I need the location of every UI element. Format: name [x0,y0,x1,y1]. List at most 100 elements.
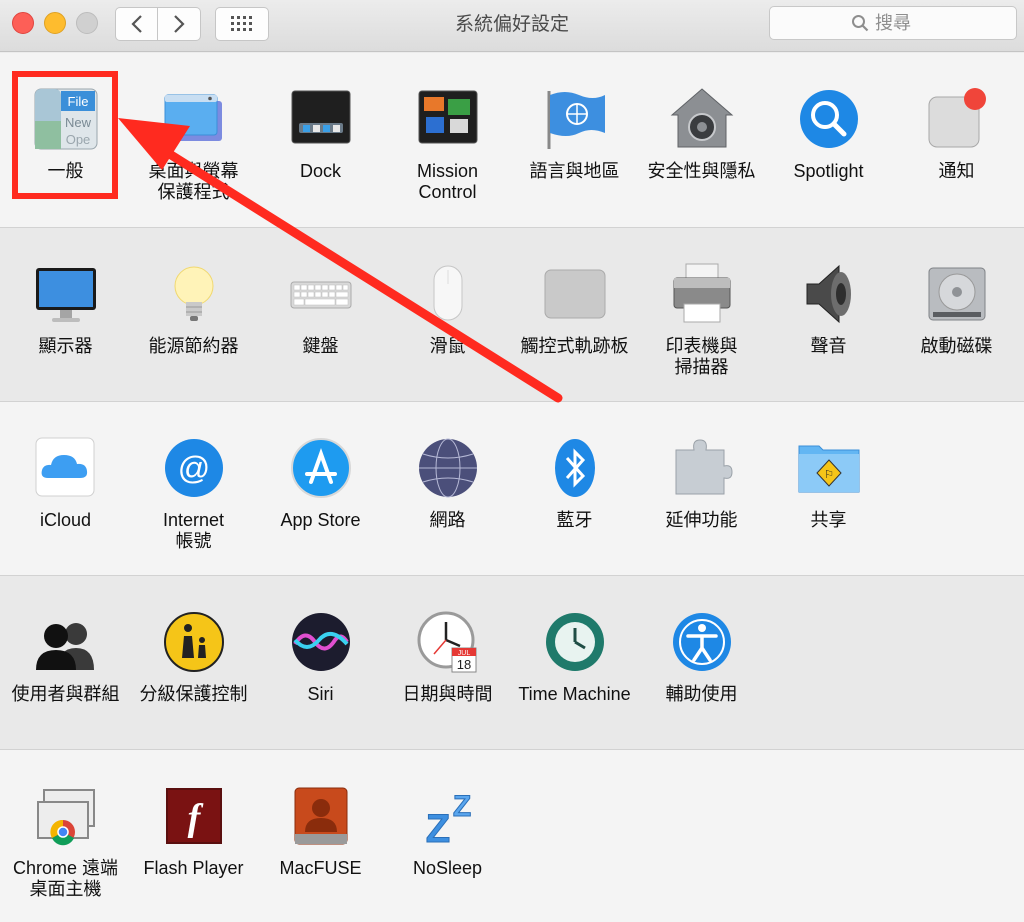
internet-accounts-icon: @ [162,436,226,500]
pane-nosleep[interactable]: Z Z NoSleep [384,766,511,906]
pane-spotlight[interactable]: Spotlight [765,69,892,209]
pane-network[interactable]: 網路 [384,418,511,558]
pane-notifications[interactable]: 通知 [893,69,1020,209]
svg-text:Ope: Ope [65,132,90,147]
pane-accessibility[interactable]: 輔助使用 [638,592,765,732]
pane-energy-saver[interactable]: 能源節約器 [130,244,257,384]
keyboard-icon [289,262,353,326]
pane-bluetooth[interactable]: 藍牙 [511,418,638,558]
preferences-row-system: 使用者與群組 分級保護控制 Siri JUL 18 日期與時間 Time Mac… [0,576,1024,750]
pane-label: MacFUSE [279,858,362,878]
parental-controls-icon [162,610,226,674]
pane-label: 使用者與群組 [11,684,120,704]
pane-label: NoSleep [412,858,483,878]
back-button[interactable] [115,7,158,41]
pane-label: 桌面與螢幕 保護程式 [148,161,239,202]
network-icon [416,436,480,500]
pane-label: 聲音 [810,336,847,356]
pane-label: Siri [307,684,334,704]
pane-sharing[interactable]: ⚐ 共享 [765,418,892,558]
pane-security-privacy[interactable]: 安全性與隱私 [638,69,765,209]
pane-trackpad[interactable]: 觸控式軌跡板 [511,244,638,384]
pane-extensions[interactable]: 延伸功能 [638,418,765,558]
icloud-icon [34,436,98,500]
preferences-row-other: Chrome 遠端 桌面主機 f Flash Player MacFUSE Z [0,750,1024,922]
forward-button[interactable] [158,7,201,41]
pane-label: 觸控式軌跡板 [520,336,629,356]
close-window-button[interactable] [12,12,34,34]
pane-label: App Store [280,510,361,530]
pane-label: Flash Player [143,858,244,878]
svg-text:⚐: ⚐ [824,469,834,481]
app-store-icon [289,436,353,500]
pane-startup-disk[interactable]: 啟動磁碟 [893,244,1020,384]
pane-dock[interactable]: Dock [257,69,384,209]
pane-label: Spotlight [793,161,864,181]
pane-icloud[interactable]: iCloud [2,418,129,558]
minimize-window-button[interactable] [44,12,66,34]
trackpad-icon [543,262,607,326]
zoom-window-button[interactable] [76,12,98,34]
accessibility-icon [670,610,734,674]
dock-icon [289,87,353,151]
pane-keyboard[interactable]: 鍵盤 [257,244,384,384]
startup-disk-icon [925,262,989,326]
pane-mouse[interactable]: 滑鼠 [384,244,511,384]
pane-printers-scanners[interactable]: 印表機與 掃描器 [638,244,765,384]
notifications-icon [925,87,989,151]
svg-text:JUL: JUL [457,650,470,657]
pane-sound[interactable]: 聲音 [765,244,892,384]
pane-label: iCloud [39,510,92,530]
show-all-button[interactable] [215,7,269,41]
pane-internet-accounts[interactable]: @ Internet 帳號 [130,418,257,558]
pane-language-region[interactable]: 語言與地區 [511,69,638,209]
spotlight-icon [797,87,861,151]
pane-displays[interactable]: 顯示器 [2,244,129,384]
search-field[interactable] [769,6,1017,40]
pane-macfuse[interactable]: MacFUSE [257,766,384,906]
pane-label: 語言與地區 [529,161,620,181]
pane-chrome-remote-desktop[interactable]: Chrome 遠端 桌面主機 [2,766,129,906]
chrome-remote-desktop-icon [34,784,98,848]
pane-label: Chrome 遠端 桌面主機 [12,858,119,899]
pane-app-store[interactable]: App Store [257,418,384,558]
pane-flash-player[interactable]: f Flash Player [130,766,257,906]
pane-mission-control[interactable]: Mission Control [384,69,511,209]
pane-users-groups[interactable]: 使用者與群組 [2,592,129,732]
pane-label: 延伸功能 [665,510,738,530]
users-groups-icon [34,610,98,674]
search-input[interactable] [875,12,935,34]
pane-label: 分級保護控制 [139,684,248,704]
pane-general[interactable]: File New Ope 一般 [2,69,129,209]
pane-label: Time Machine [518,684,631,704]
pane-label: 啟動磁碟 [920,336,993,356]
svg-text:Z: Z [452,790,470,823]
pane-label: 藍牙 [556,510,593,530]
extensions-icon [670,436,734,500]
pane-label: 顯示器 [38,336,93,356]
energy-saver-icon [162,262,226,326]
language-region-icon [543,87,607,151]
chevron-left-icon [130,15,142,33]
pane-time-machine[interactable]: Time Machine [511,592,638,732]
pane-label: 一般 [47,161,84,181]
pane-date-time[interactable]: JUL 18 日期與時間 [384,592,511,732]
displays-icon [34,262,98,326]
pane-label: 鍵盤 [302,336,339,356]
pane-siri[interactable]: Siri [257,592,384,732]
svg-text:Z: Z [425,807,449,848]
siri-icon [289,610,353,674]
pane-desktop-screensaver[interactable]: 桌面與螢幕 保護程式 [130,69,257,209]
pane-label: 輔助使用 [665,684,738,704]
svg-text:@: @ [177,450,209,486]
preferences-row-internet-wireless: iCloud @ Internet 帳號 App Store 網路 藍牙 延伸功… [0,402,1024,576]
preferences-row-hardware: 顯示器 能源節約器 鍵盤 滑鼠 觸控式軌跡板 印表機與 掃描器 聲音 啟動磁碟 [0,228,1024,402]
mission-control-icon [416,87,480,151]
chevron-right-icon [174,15,185,33]
nosleep-icon: Z Z [416,784,480,852]
pane-parental-controls[interactable]: 分級保護控制 [130,592,257,732]
svg-text:18: 18 [456,657,470,672]
search-icon [852,15,869,32]
sharing-icon: ⚐ [797,436,861,500]
svg-text:File: File [67,94,88,109]
